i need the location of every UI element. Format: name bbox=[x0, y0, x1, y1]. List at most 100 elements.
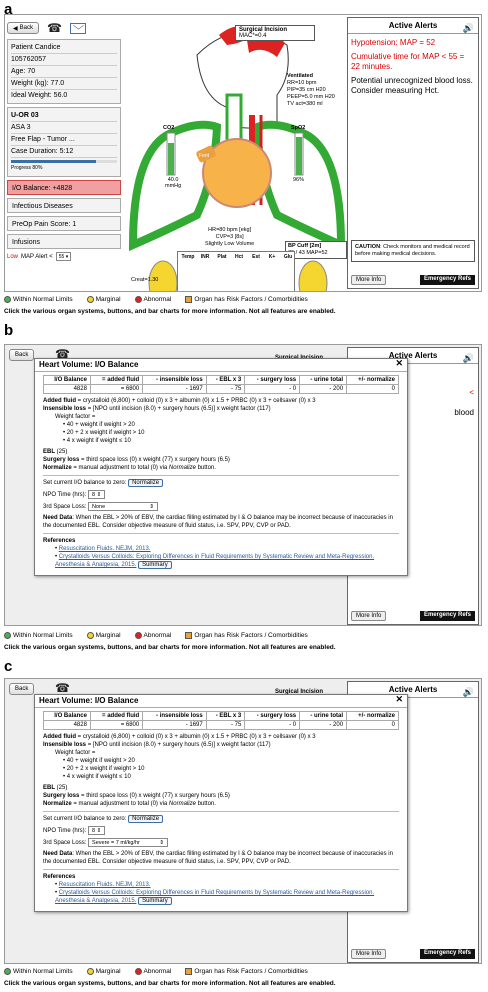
legend-marginal-label: Marginal bbox=[95, 968, 121, 976]
npo-row: NPO Time (hrs): 8 ⇕ bbox=[43, 490, 399, 499]
ref-link[interactable]: Crystalloids Versus Colloids: Exploring … bbox=[55, 554, 374, 568]
wf-text: 4 x weight if weight ≤ 10 bbox=[66, 438, 131, 444]
third-space-row: 3rd Space Loss: None ⇕ bbox=[43, 502, 399, 512]
vent-peep: PEEP=5.0 mm H20 bbox=[287, 94, 335, 100]
more-info-button[interactable]: More Info bbox=[351, 949, 387, 959]
back-button[interactable]: Back bbox=[9, 683, 35, 695]
infusions-button[interactable]: Infusions bbox=[7, 234, 121, 249]
ebl-line: EBL (25) bbox=[43, 784, 399, 792]
panel-label-c: c bbox=[4, 658, 13, 675]
close-icon[interactable]: ✕ bbox=[395, 359, 403, 368]
emergency-refs-button[interactable]: Emergency Refs bbox=[419, 611, 475, 621]
legend-risk-label: Organ has Risk Factors / Comorbidities bbox=[194, 296, 308, 304]
third-space-select[interactable]: Severe = 7 ml/kg/hr ⇕ bbox=[88, 838, 169, 848]
emergency-refs-button[interactable]: Emergency Refs bbox=[419, 949, 475, 959]
chevron-down-icon: ⇕ bbox=[149, 504, 155, 511]
right-kidney[interactable] bbox=[298, 260, 328, 292]
npo-stepper[interactable]: 8 ⇕ bbox=[88, 826, 106, 835]
volume-status: Slightly Low Volume bbox=[205, 241, 255, 247]
legend-wnl-label: Within Normal Limits bbox=[13, 632, 73, 640]
alert-message: Potential unrecognized blood loss. Consi… bbox=[351, 76, 473, 95]
more-info-button[interactable]: More Info bbox=[351, 275, 387, 285]
wf-text: 40 + weight if weight > 20 bbox=[66, 422, 135, 428]
need-data: Need Data: When the EBL > 20% of EBV, th… bbox=[43, 850, 399, 866]
third-space-select[interactable]: None ⇕ bbox=[88, 502, 159, 512]
legend-abnormal-label: Abnormal bbox=[143, 296, 172, 304]
close-icon[interactable]: ✕ bbox=[395, 695, 403, 704]
need-text: : When the EBL > 20% of EBV, the cardiac… bbox=[43, 515, 393, 530]
lab-name: Plat bbox=[217, 254, 227, 260]
io-header: - insensible loss bbox=[142, 375, 207, 385]
preop-pain-button[interactable]: PreOp Pain Score: 1 bbox=[7, 216, 121, 231]
asa-class: ASA 3 bbox=[11, 122, 117, 134]
summary-button[interactable]: Summary bbox=[138, 897, 172, 906]
io-value: = 6800 bbox=[89, 384, 144, 394]
io-header: - EBL x 3 bbox=[205, 711, 246, 721]
surgery-label: Surgery loss bbox=[43, 457, 80, 463]
wf-item: • 40 + weight if weight > 20 bbox=[63, 422, 135, 428]
npo-stepper[interactable]: 8 ⇕ bbox=[88, 490, 106, 499]
surgical-incision-box[interactable]: Surgical Incision MAC*=0.4 bbox=[235, 25, 315, 41]
lab-glu[interactable]: Glu bbox=[278, 254, 298, 260]
io-header: +/- normalize bbox=[346, 375, 399, 385]
lab-bars[interactable]: Temp INR Plat Hct Est K+ Glu bbox=[177, 251, 298, 291]
ref-link[interactable]: Resuscitation Fluids. NEJM, 2013. bbox=[59, 546, 151, 552]
speaker-icon[interactable]: 🔊 bbox=[463, 684, 474, 700]
back-button[interactable]: Back bbox=[9, 349, 35, 361]
io-value: = 6800 bbox=[89, 720, 144, 730]
ref-link[interactable]: Resuscitation Fluids. NEJM, 2013. bbox=[59, 882, 151, 888]
creatinine[interactable]: Creat=1.30 bbox=[131, 277, 158, 284]
io-value: 0 bbox=[346, 720, 399, 730]
legend-abnormal-label: Abnormal bbox=[143, 968, 172, 976]
more-info-button[interactable]: More Info bbox=[351, 611, 387, 621]
wf-text: 4 x weight if weight ≤ 10 bbox=[66, 774, 131, 780]
third-space-value: None bbox=[92, 504, 106, 511]
speaker-icon[interactable]: 🔊 bbox=[463, 20, 474, 36]
insens-formula: = [NPO until incision (8.0) + surgery ho… bbox=[86, 406, 271, 412]
alerts-title: Active Alerts bbox=[388, 21, 438, 30]
refs-title: References bbox=[43, 538, 76, 545]
normalize-button[interactable]: Normalize bbox=[128, 815, 164, 823]
normalize-button[interactable]: Normalize bbox=[128, 479, 164, 487]
speaker-icon[interactable]: 🔊 bbox=[463, 350, 474, 366]
io-balance-button[interactable]: I/O Balance: +4828 bbox=[7, 180, 121, 195]
infectious-diseases-button[interactable]: Infectious Diseases bbox=[7, 198, 121, 213]
mail-icon[interactable] bbox=[69, 22, 86, 34]
io-value: - 1697 bbox=[142, 720, 207, 730]
legend-risk-label: Organ has Risk Factors / Comorbidities bbox=[194, 632, 308, 640]
patient-weight: Weight (kg): 77.0 bbox=[11, 78, 117, 90]
set-zero-label: Set current I/O balance to zero: bbox=[43, 816, 127, 822]
npo-label: NPO Time (hrs): bbox=[43, 828, 87, 835]
added-fluid: Added fluid = crystalloid (6,800) + coll… bbox=[43, 733, 399, 741]
added-fluid: Added fluid = crystalloid (6,800) + coll… bbox=[43, 397, 399, 405]
emergency-refs-button[interactable]: Emergency Refs bbox=[419, 275, 475, 285]
npo-value: 8 bbox=[92, 492, 96, 498]
ventilator-info[interactable]: Ventilated RR=10 bpm PIP=35 cm H20 PEEP=… bbox=[287, 73, 335, 108]
orange-square-icon bbox=[185, 968, 193, 975]
insens-label: Insensible loss bbox=[43, 406, 87, 412]
legend-marginal-label: Marginal bbox=[95, 296, 121, 304]
spo2-value: 96% bbox=[293, 177, 305, 183]
io-value: - 75 bbox=[205, 384, 246, 394]
ref-link[interactable]: Crystalloids Versus Colloids: Exploring … bbox=[55, 890, 374, 904]
phone-icon[interactable]: ☎ bbox=[47, 21, 62, 35]
phone-icon[interactable]: ☎ bbox=[55, 681, 70, 695]
map-alert-value: 55 bbox=[58, 254, 65, 260]
heart-info[interactable]: HR=80 bpm [ekg] CVP=3 [8s] Slightly Low … bbox=[205, 227, 254, 248]
wf-item: • 20 + 2 x weight if weight > 10 bbox=[63, 766, 145, 772]
patient-info: Patient Candice 105762057 Age: 70 Weight… bbox=[7, 39, 121, 104]
surgery-loss: Surgery loss = third space loss (0) x we… bbox=[43, 792, 399, 800]
legend-wnl-label: Within Normal Limits bbox=[13, 968, 73, 976]
legend-marginal: Marginal bbox=[86, 296, 121, 304]
summary-button[interactable]: Summary bbox=[138, 561, 172, 570]
lab-name: K+ bbox=[268, 254, 276, 260]
io-header: - surgery loss bbox=[244, 375, 301, 385]
red-dot-icon bbox=[134, 296, 142, 303]
wf-item: • 40 + weight if weight > 20 bbox=[63, 758, 135, 764]
heart-rate: HR=80 bpm [ekg] bbox=[208, 227, 252, 233]
back-button[interactable]: ◀ Back bbox=[7, 22, 39, 34]
wf-item: • 20 + 2 x weight if weight > 10 bbox=[63, 430, 145, 436]
hypotension-alert[interactable]: Hypotension: MAP = 52 bbox=[348, 34, 478, 48]
npo-row: NPO Time (hrs): 8 ⇕ bbox=[43, 826, 399, 835]
map-alert-select[interactable]: 55 ▾ bbox=[55, 252, 72, 261]
